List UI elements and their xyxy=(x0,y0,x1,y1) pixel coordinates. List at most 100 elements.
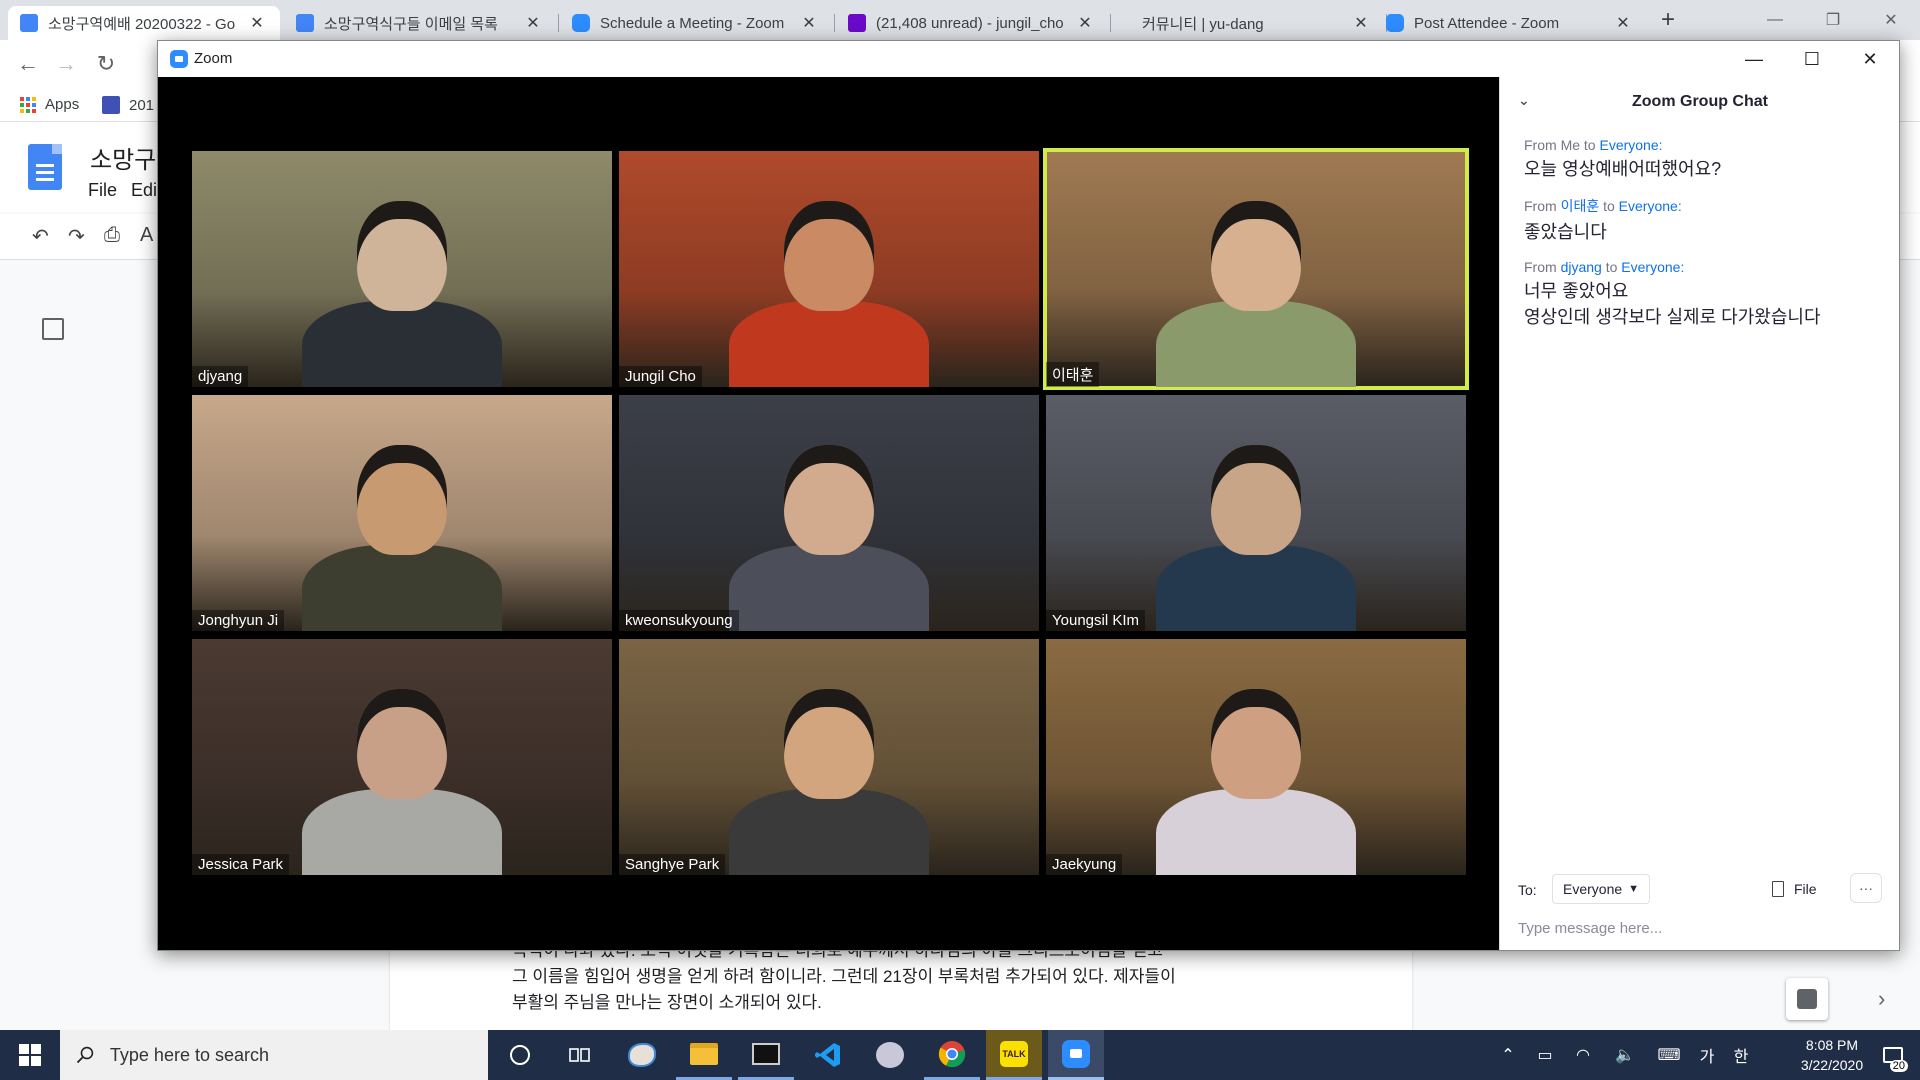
to-label: To: xyxy=(1518,882,1537,898)
apps-grid-icon xyxy=(20,96,36,113)
taskbar-app-paint[interactable] xyxy=(614,1030,670,1080)
bookmark-apps[interactable]: Apps xyxy=(20,96,79,113)
tab-zoom-post-attendee[interactable]: Post Attendee - Zoom ✕ xyxy=(1374,6,1646,40)
participant-video-tile[interactable]: Sanghye Park xyxy=(619,639,1039,875)
terminal-icon xyxy=(752,1042,780,1065)
google-docs-icon[interactable] xyxy=(28,144,62,190)
tab-mail[interactable]: (21,408 unread) - jungil_cho ✕ xyxy=(836,6,1108,40)
action-center-button[interactable]: 20 xyxy=(1866,1030,1920,1080)
docs-menu-bar: File Edi xyxy=(88,180,157,201)
minimize-icon[interactable]: — xyxy=(1725,41,1783,77)
explore-button[interactable] xyxy=(1786,978,1828,1020)
volume-icon[interactable]: 🔈 xyxy=(1610,1030,1640,1080)
tab-community[interactable]: 커뮤니티 | yu-dang ✕ xyxy=(1112,6,1384,40)
chevron-down-icon[interactable]: ⌄ xyxy=(1518,92,1530,109)
undo-icon[interactable]: ↶ xyxy=(32,224,49,249)
close-icon[interactable]: ✕ xyxy=(1352,13,1370,33)
chevron-right-icon[interactable]: › xyxy=(1878,986,1885,1012)
calendar-icon xyxy=(102,96,120,114)
reload-icon[interactable]: ↻ xyxy=(92,50,120,78)
recipient-name[interactable]: Everyone: xyxy=(1599,137,1662,153)
spellcheck-icon[interactable]: A xyxy=(140,224,153,247)
participant-body xyxy=(1156,301,1356,387)
palette-icon xyxy=(876,1042,904,1068)
taskbar-app-zoom[interactable] xyxy=(1048,1030,1104,1080)
sender-name[interactable]: 이태훈 xyxy=(1561,198,1600,214)
battery-icon[interactable]: ▭ xyxy=(1530,1030,1560,1080)
participant-video-tile[interactable]: Jonghyun Ji xyxy=(192,395,612,631)
taskbar-app-chrome[interactable] xyxy=(924,1030,980,1080)
recipient-name[interactable]: Everyone: xyxy=(1621,259,1684,275)
tab-docs-emails[interactable]: 소망구역식구들 이메일 목록 ✕ xyxy=(284,6,556,40)
zoom-logo-icon xyxy=(170,50,188,68)
chat-composer: To: Everyone ▼ File ··· xyxy=(1500,867,1900,950)
tab-zoom-schedule[interactable]: Schedule a Meeting - Zoom ✕ xyxy=(560,6,832,40)
taskbar-app-kakaotalk[interactable]: TALK xyxy=(986,1030,1042,1080)
print-icon[interactable]: ⎙ xyxy=(104,224,120,247)
kakaotalk-icon: TALK xyxy=(1000,1040,1028,1067)
participant-video-tile[interactable]: Jaekyung xyxy=(1046,639,1466,875)
ime-language[interactable]: 가 xyxy=(1694,1030,1720,1080)
wifi-icon[interactable]: ◠ xyxy=(1568,1030,1598,1080)
chevron-up-icon[interactable]: ⌃ xyxy=(1494,1030,1522,1080)
taskbar-app-terminal[interactable] xyxy=(738,1030,794,1080)
participant-face xyxy=(1211,201,1301,311)
close-icon[interactable]: ✕ xyxy=(1841,41,1899,77)
maximize-icon[interactable]: ☐ xyxy=(1783,41,1841,77)
document-title[interactable]: 소망구 xyxy=(90,140,156,175)
document-outline-icon[interactable] xyxy=(42,318,64,340)
participant-video-tile[interactable]: Youngsil KIm xyxy=(1046,395,1466,631)
ime-mode[interactable]: 한 xyxy=(1728,1030,1754,1080)
bookmark-label: 201 xyxy=(129,96,155,114)
participant-name: djyang xyxy=(192,366,249,387)
chat-message: From Me to Everyone: 오늘 영상예배어떠했어요? xyxy=(1524,137,1884,182)
from-prefix: From xyxy=(1524,259,1557,275)
tab-docs-worship[interactable]: 소망구역예배 20200322 - Go ✕ xyxy=(8,6,280,40)
participant-name: Jaekyung xyxy=(1046,854,1123,875)
file-button[interactable]: File xyxy=(1772,876,1817,902)
taskbar-app-vscode[interactable] xyxy=(800,1030,856,1080)
menu-edit[interactable]: Edi xyxy=(131,180,157,201)
close-icon[interactable]: ✕ xyxy=(524,13,542,33)
minimize-icon[interactable]: — xyxy=(1746,0,1804,40)
tab-separator xyxy=(1110,14,1111,32)
tab-title: Schedule a Meeting - Zoom xyxy=(600,14,785,32)
chevron-down-icon: ▼ xyxy=(1628,883,1640,895)
sender-name[interactable]: djyang xyxy=(1561,259,1602,275)
keyboard-icon[interactable]: ⌨ xyxy=(1652,1030,1686,1080)
participant-video-tile[interactable]: djyang xyxy=(192,151,612,387)
participant-face xyxy=(784,689,874,799)
close-icon[interactable]: ✕ xyxy=(1862,0,1920,40)
back-arrow-icon[interactable]: ← xyxy=(14,50,42,78)
close-icon[interactable]: ✕ xyxy=(800,13,818,33)
participant-video-tile[interactable]: 이태훈 xyxy=(1043,148,1469,390)
taskbar-search-input[interactable] xyxy=(109,1044,488,1066)
task-view-button[interactable] xyxy=(552,1030,608,1080)
participant-video-tile[interactable]: Jessica Park xyxy=(192,639,612,875)
recipient-name[interactable]: Everyone: xyxy=(1619,198,1682,214)
close-icon[interactable]: ✕ xyxy=(248,13,266,33)
redo-icon[interactable]: ↷ xyxy=(68,224,85,249)
participant-name: Sanghye Park xyxy=(619,854,726,875)
taskbar-app-file-explorer[interactable] xyxy=(676,1030,732,1080)
more-options-button[interactable]: ··· xyxy=(1850,873,1882,903)
google-docs-icon xyxy=(20,14,38,32)
tab-separator xyxy=(834,14,835,32)
participant-video-tile[interactable]: Jungil Cho xyxy=(619,151,1039,387)
paint-icon xyxy=(628,1043,656,1067)
close-icon[interactable]: ✕ xyxy=(1076,13,1094,33)
taskbar-app-paint3d[interactable] xyxy=(862,1030,918,1080)
participant-video-tile[interactable]: kweonsukyoung xyxy=(619,395,1039,631)
menu-file[interactable]: File xyxy=(88,180,117,201)
bookmark-calendar[interactable]: 201 xyxy=(102,96,154,114)
start-button[interactable] xyxy=(0,1030,60,1080)
recipient-dropdown[interactable]: Everyone ▼ xyxy=(1552,874,1651,904)
tab-title: 소망구역예배 20200322 - Go xyxy=(48,15,236,33)
new-tab-button[interactable]: + xyxy=(1654,6,1682,34)
close-icon[interactable]: ✕ xyxy=(1614,13,1632,33)
cortana-button[interactable] xyxy=(492,1030,548,1080)
taskbar-search[interactable] xyxy=(60,1030,488,1080)
restore-icon[interactable]: ❐ xyxy=(1804,0,1862,40)
forward-arrow-icon[interactable]: → xyxy=(52,50,80,78)
chat-message-input[interactable] xyxy=(1518,915,1878,941)
